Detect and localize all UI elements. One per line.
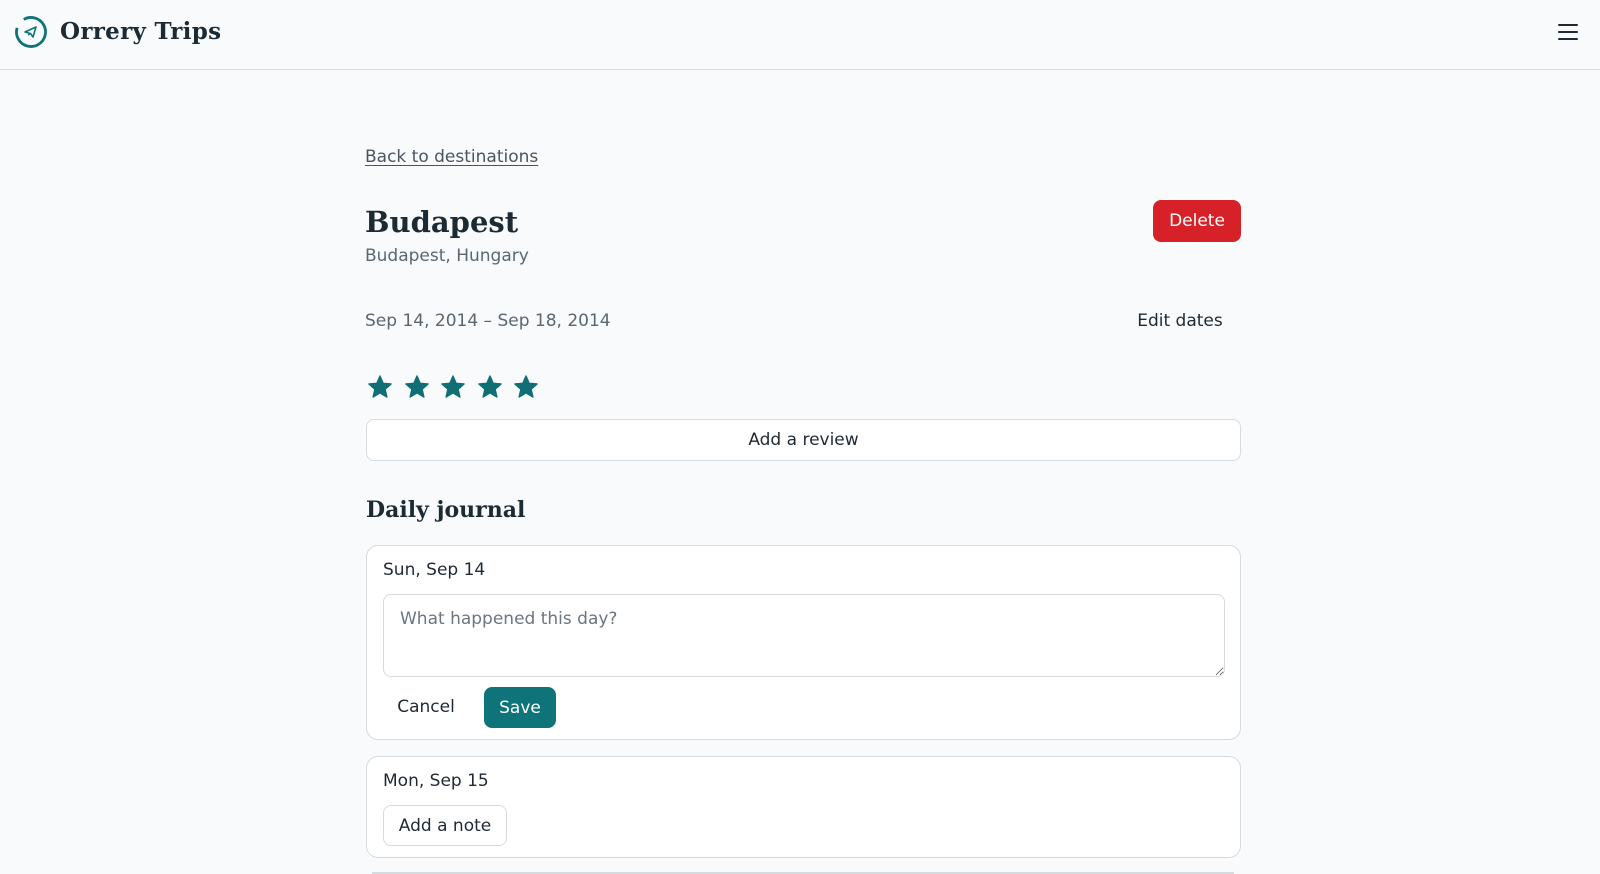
- cancel-button[interactable]: Cancel: [383, 687, 469, 727]
- back-to-destinations-link[interactable]: Back to destinations: [365, 145, 538, 169]
- edit-dates-button[interactable]: Edit dates: [1120, 306, 1240, 336]
- save-button[interactable]: Save: [484, 687, 556, 728]
- destination-title: Budapest: [365, 205, 519, 239]
- trip-date-range: Sep 14, 2014 – Sep 18, 2014: [365, 311, 611, 331]
- star-icon[interactable]: [476, 373, 504, 401]
- add-review-button[interactable]: Add a review: [366, 419, 1241, 461]
- top-navigation-bar: Orrery Trips: [0, 0, 1600, 70]
- hamburger-menu-icon[interactable]: [1556, 20, 1582, 44]
- add-note-button[interactable]: Add a note: [383, 805, 507, 846]
- journal-day-card: Sun, Sep 14 Cancel Save: [366, 545, 1241, 740]
- star-icon[interactable]: [403, 373, 431, 401]
- destination-location: Budapest, Hungary: [365, 246, 529, 266]
- star-icon[interactable]: [439, 373, 467, 401]
- star-icon[interactable]: [512, 373, 540, 401]
- star-icon[interactable]: [366, 373, 394, 401]
- app-brand-name[interactable]: Orrery Trips: [60, 16, 221, 48]
- daily-journal-heading: Daily journal: [366, 497, 526, 523]
- globe-plane-icon[interactable]: [14, 15, 48, 49]
- journal-day-label: Sun, Sep 14: [383, 560, 486, 580]
- journal-entry-textarea[interactable]: [383, 594, 1225, 677]
- journal-day-label: Mon, Sep 15: [383, 771, 489, 791]
- delete-button[interactable]: Delete: [1153, 200, 1241, 242]
- journal-day-card: Mon, Sep 15 Add a note: [366, 756, 1241, 858]
